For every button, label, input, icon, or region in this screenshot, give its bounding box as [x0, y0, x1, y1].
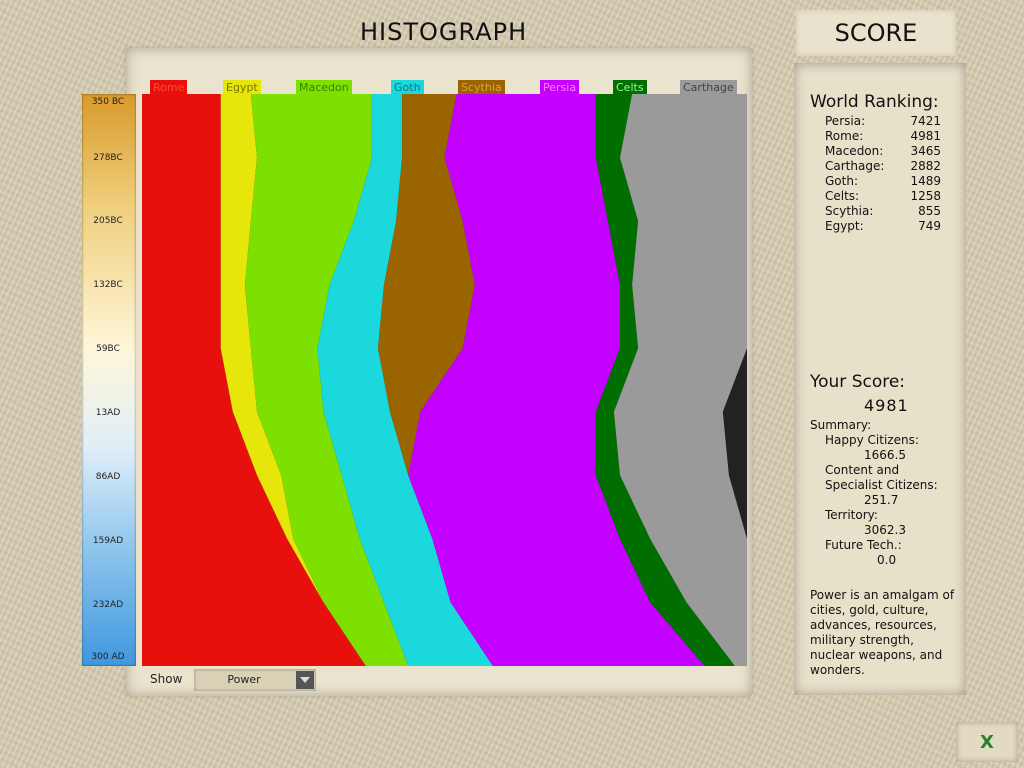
legend-label-persia: Persia [540, 80, 580, 95]
timeline-label: 232AD [92, 600, 124, 610]
content-specialist-value: 251.7 [864, 493, 899, 507]
score-tab[interactable]: SCORE [796, 10, 956, 56]
timeline-label: 350 BC [91, 97, 125, 107]
ranking-row: Goth: 1489 [825, 174, 941, 189]
ranking-civ-name: Rome: [825, 129, 864, 143]
ranking-civ-name: Macedon: [825, 144, 884, 158]
show-dropdown[interactable]: Power [194, 669, 316, 691]
legend-label-goth: Goth [391, 80, 424, 95]
ranking-civ-name: Scythia: [825, 204, 874, 218]
ranking-civ-score: 7421 [910, 114, 941, 128]
ranking-civ-score: 2882 [910, 159, 941, 173]
ranking-row: Persia: 7421 [825, 114, 941, 129]
territory-value: 3062.3 [864, 523, 906, 537]
future-tech-label: Future Tech.: [825, 538, 902, 552]
ranking-row: Carthage: 2882 [825, 159, 941, 174]
histograph-chart [142, 94, 747, 666]
show-label: Show [150, 672, 183, 686]
legend-label-carthage: Carthage [680, 80, 737, 95]
happy-citizens-value: 1666.5 [864, 448, 906, 462]
specialist-label: Specialist Citizens: [825, 478, 938, 492]
legend-label-egypt: Egypt [223, 80, 261, 95]
legend-label-celts: Celts [613, 80, 647, 95]
ranking-civ-score: 1489 [910, 174, 941, 188]
ranking-civ-score: 1258 [910, 189, 941, 203]
your-score-title: Your Score: [810, 372, 906, 392]
world-ranking-title: World Ranking: [810, 92, 939, 112]
summary-label: Summary: [810, 418, 872, 432]
content-label: Content and [825, 463, 900, 477]
timeline-label: 159AD [92, 536, 124, 546]
ranking-civ-name: Celts: [825, 189, 860, 203]
timeline-label: 300 AD [91, 652, 125, 662]
timeline-bar: 350 BC 278BC 205BC 132BC 59BC 13AD 86AD … [82, 94, 136, 666]
chevron-down-icon[interactable] [296, 671, 314, 689]
ranking-civ-score: 4981 [910, 129, 941, 143]
future-tech-value: 0.0 [877, 553, 897, 567]
ranking-civ-score: 855 [918, 204, 941, 218]
timeline-label: 13AD [95, 408, 121, 418]
ranking-civ-name: Egypt: [825, 219, 864, 233]
ranking-row: Rome: 4981 [825, 129, 941, 144]
legend-label-rome: Rome [150, 80, 188, 95]
timeline-label: 59BC [96, 344, 120, 354]
ranking-civ-name: Persia: [825, 114, 866, 128]
exit-button[interactable]: X [956, 722, 1018, 762]
timeline-label: 132BC [93, 280, 123, 290]
ranking-row: Celts: 1258 [825, 189, 941, 204]
territory-label: Territory: [825, 508, 878, 522]
ranking-row: Scythia: 855 [825, 204, 941, 219]
ranking-civ-score: 749 [918, 219, 941, 233]
ranking-civ-name: Carthage: [825, 159, 885, 173]
happy-citizens-label: Happy Citizens: [825, 433, 919, 447]
timeline-label: 86AD [95, 472, 121, 482]
ranking-row: Egypt: 749 [825, 219, 941, 234]
legend-label-scythia: Scythia [458, 80, 505, 95]
ranking-civ-name: Goth: [825, 174, 858, 188]
ranking-civ-score: 3465 [910, 144, 941, 158]
timeline-label: 205BC [93, 216, 123, 226]
histograph-title: HISTOGRAPH [360, 18, 528, 46]
ranking-row: Macedon: 3465 [825, 144, 941, 159]
your-score-value: 4981 [864, 396, 909, 415]
histograph-svg [142, 94, 747, 666]
legend-label-macedon: Macedon [296, 80, 352, 95]
show-dropdown-value: Power [227, 673, 261, 686]
close-icon: X [980, 732, 994, 753]
timeline-label: 278BC [93, 153, 123, 163]
power-description: Power is an amalgam of cities, gold, cul… [810, 588, 955, 677]
